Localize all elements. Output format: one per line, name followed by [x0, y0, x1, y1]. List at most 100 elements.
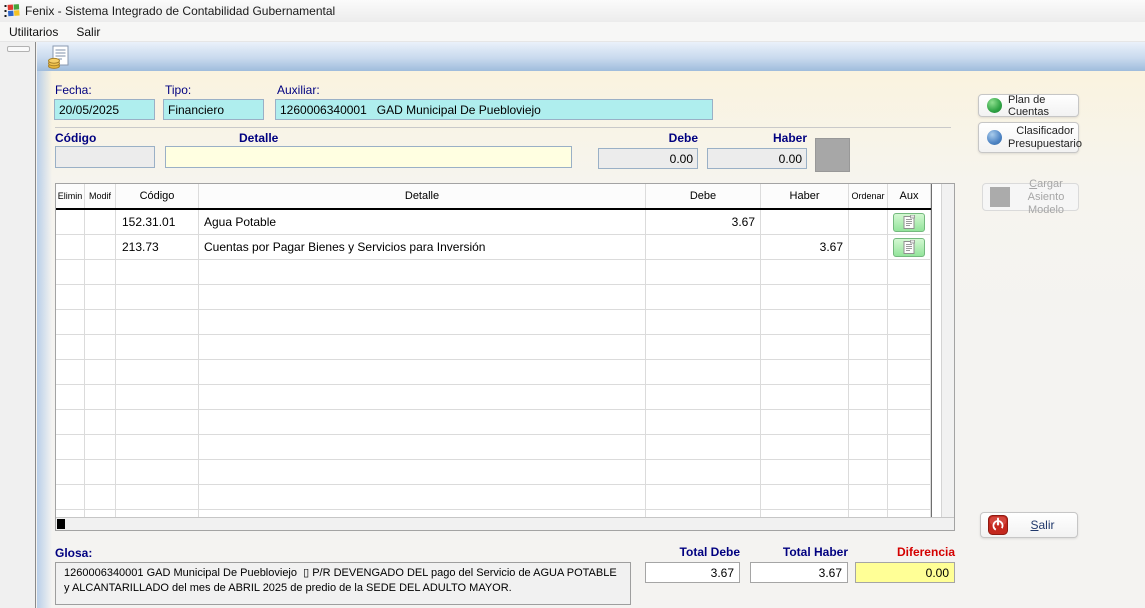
table-empty-row[interactable]: [56, 460, 931, 485]
codigo-input[interactable]: [55, 146, 155, 168]
cell-codigo: [116, 360, 199, 385]
fecha-input[interactable]: [54, 99, 155, 120]
cell-ordenar: [849, 335, 888, 360]
cell-haber: [761, 460, 849, 485]
cell-debe: [646, 235, 761, 260]
cell-modif: [85, 485, 116, 510]
cell-detalle: [199, 510, 646, 517]
cell-ordenar: [849, 260, 888, 285]
cell-modif: [85, 285, 116, 310]
column-header-haber[interactable]: Haber: [761, 184, 849, 208]
cell-aux: [888, 385, 931, 410]
cell-codigo: [116, 260, 199, 285]
cell-modif: [85, 235, 116, 260]
cell-modif: [85, 335, 116, 360]
detalle-input[interactable]: [165, 146, 572, 168]
cell-aux: [888, 435, 931, 460]
cell-haber: [761, 310, 849, 335]
cell-ordenar: [849, 285, 888, 310]
cell-aux: [888, 335, 931, 360]
cell-aux: [888, 310, 931, 335]
glosa-textbox[interactable]: 1260006340001 GAD Municipal De Pueblovie…: [55, 562, 631, 605]
panel-grip-handle[interactable]: [7, 46, 30, 52]
total-debe-field: [645, 562, 740, 583]
cell-ordenar: [849, 510, 888, 517]
horizontal-scrollbar-thumb[interactable]: [57, 519, 65, 529]
table-empty-row[interactable]: [56, 360, 931, 385]
diferencia-field: [855, 562, 955, 583]
table-empty-row[interactable]: [56, 260, 931, 285]
glosa-label: Glosa:: [55, 546, 92, 560]
cell-debe: [646, 410, 761, 435]
cell-ordenar: [849, 235, 888, 260]
cell-codigo: [116, 410, 199, 435]
new-entry-toolbar-button[interactable]: [44, 44, 72, 69]
table-empty-row[interactable]: [56, 310, 931, 335]
aux-detail-button[interactable]: [893, 238, 925, 257]
table-empty-row[interactable]: [56, 385, 931, 410]
table-row[interactable]: 213.73Cuentas por Pagar Bienes y Servici…: [56, 235, 931, 260]
table-empty-row[interactable]: [56, 335, 931, 360]
cell-haber: [761, 335, 849, 360]
entry-form: Fecha: Tipo: Auxiliar: Código Detalle De…: [37, 71, 1145, 608]
column-header-ordenar[interactable]: Ordenar: [849, 184, 888, 208]
cell-haber: [761, 260, 849, 285]
total-debe-label: Total Debe: [645, 545, 740, 559]
cell-elimin: [56, 510, 85, 517]
tipo-input[interactable]: [163, 99, 264, 120]
plan-de-cuentas-button[interactable]: Plan de Cuentas: [978, 94, 1079, 117]
haber-input[interactable]: [707, 148, 807, 169]
cell-ordenar: [849, 435, 888, 460]
cell-elimin: [56, 235, 85, 260]
column-header-debe[interactable]: Debe: [646, 184, 761, 208]
cell-elimin: [56, 485, 85, 510]
cell-haber: [761, 285, 849, 310]
table-empty-row[interactable]: [56, 285, 931, 310]
cell-modif: [85, 510, 116, 517]
power-icon: [988, 515, 1008, 535]
salir-button[interactable]: Salir: [980, 512, 1078, 538]
aux-detail-button[interactable]: [893, 213, 925, 232]
cell-codigo: [116, 460, 199, 485]
cell-ordenar: [849, 210, 888, 235]
table-empty-row[interactable]: [56, 435, 931, 460]
column-header-elimin[interactable]: Elimin: [56, 184, 85, 208]
cargar-asiento-modelo-button[interactable]: Cargar AsientoModelo: [982, 183, 1079, 211]
cell-debe: [646, 510, 761, 517]
cell-ordenar: [849, 310, 888, 335]
column-header-codigo[interactable]: Código: [116, 184, 199, 208]
column-header-modif[interactable]: Modif: [85, 184, 116, 208]
auxiliar-input[interactable]: [275, 99, 713, 120]
cell-haber: [761, 360, 849, 385]
cell-aux: [888, 460, 931, 485]
blue-sphere-icon: [987, 130, 1002, 145]
clasificador-presupuestario-button[interactable]: ClasificadorPresupuestario: [978, 122, 1079, 153]
debe-input[interactable]: [598, 148, 698, 169]
cell-elimin: [56, 310, 85, 335]
gray-square-button[interactable]: [815, 138, 850, 172]
cell-aux: [888, 260, 931, 285]
menu-utilitarios[interactable]: Utilitarios: [0, 23, 67, 41]
cell-haber: [761, 485, 849, 510]
cell-debe: [646, 385, 761, 410]
table-empty-row[interactable]: [56, 510, 931, 517]
column-header-detalle[interactable]: Detalle: [199, 184, 646, 208]
table-row[interactable]: 152.31.01Agua Potable3.67: [56, 210, 931, 235]
app-icon: [4, 3, 20, 19]
cell-detalle: Cuentas por Pagar Bienes y Servicios par…: [199, 235, 646, 260]
table-empty-row[interactable]: [56, 485, 931, 510]
menu-bar: Utilitarios Salir: [0, 22, 1145, 42]
vertical-scrollbar[interactable]: [941, 184, 954, 517]
cell-elimin: [56, 360, 85, 385]
table-body: 152.31.01Agua Potable3.67 213.73Cuentas …: [56, 210, 931, 517]
menu-salir[interactable]: Salir: [67, 23, 109, 41]
cell-aux: [888, 360, 931, 385]
cell-modif: [85, 260, 116, 285]
horizontal-scrollbar[interactable]: [56, 517, 954, 530]
column-header-aux[interactable]: Aux: [888, 184, 931, 208]
cell-detalle: [199, 285, 646, 310]
cell-debe: [646, 285, 761, 310]
cell-ordenar: [849, 460, 888, 485]
table-empty-row[interactable]: [56, 410, 931, 435]
cell-debe: [646, 460, 761, 485]
